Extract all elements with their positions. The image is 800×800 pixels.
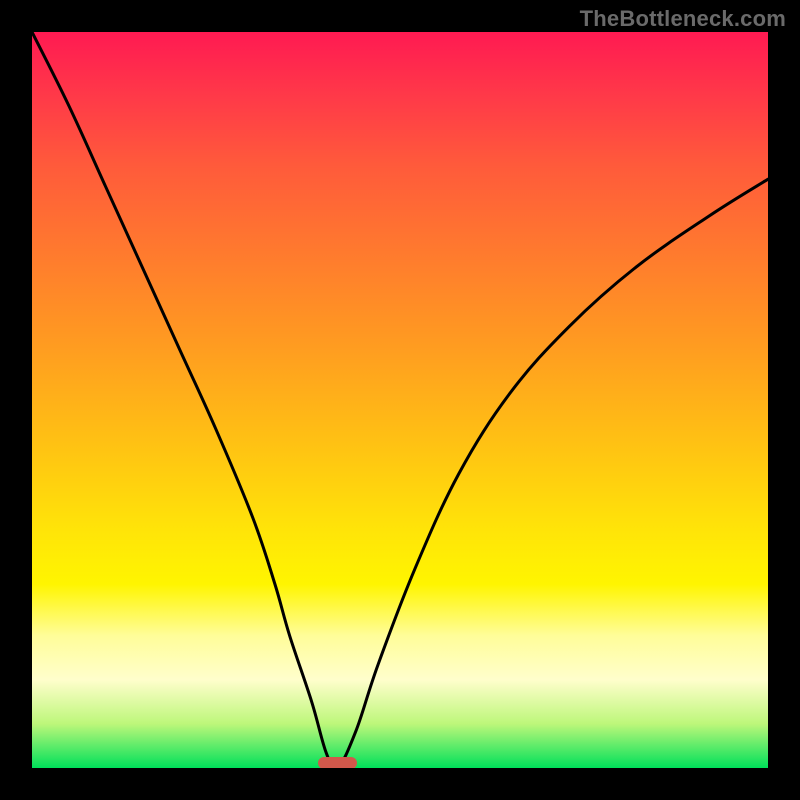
chart-frame: TheBottleneck.com <box>0 0 800 800</box>
watermark-text: TheBottleneck.com <box>580 6 786 32</box>
bottleneck-curve <box>32 32 768 768</box>
minimum-marker <box>318 757 356 768</box>
plot-area <box>32 32 768 768</box>
